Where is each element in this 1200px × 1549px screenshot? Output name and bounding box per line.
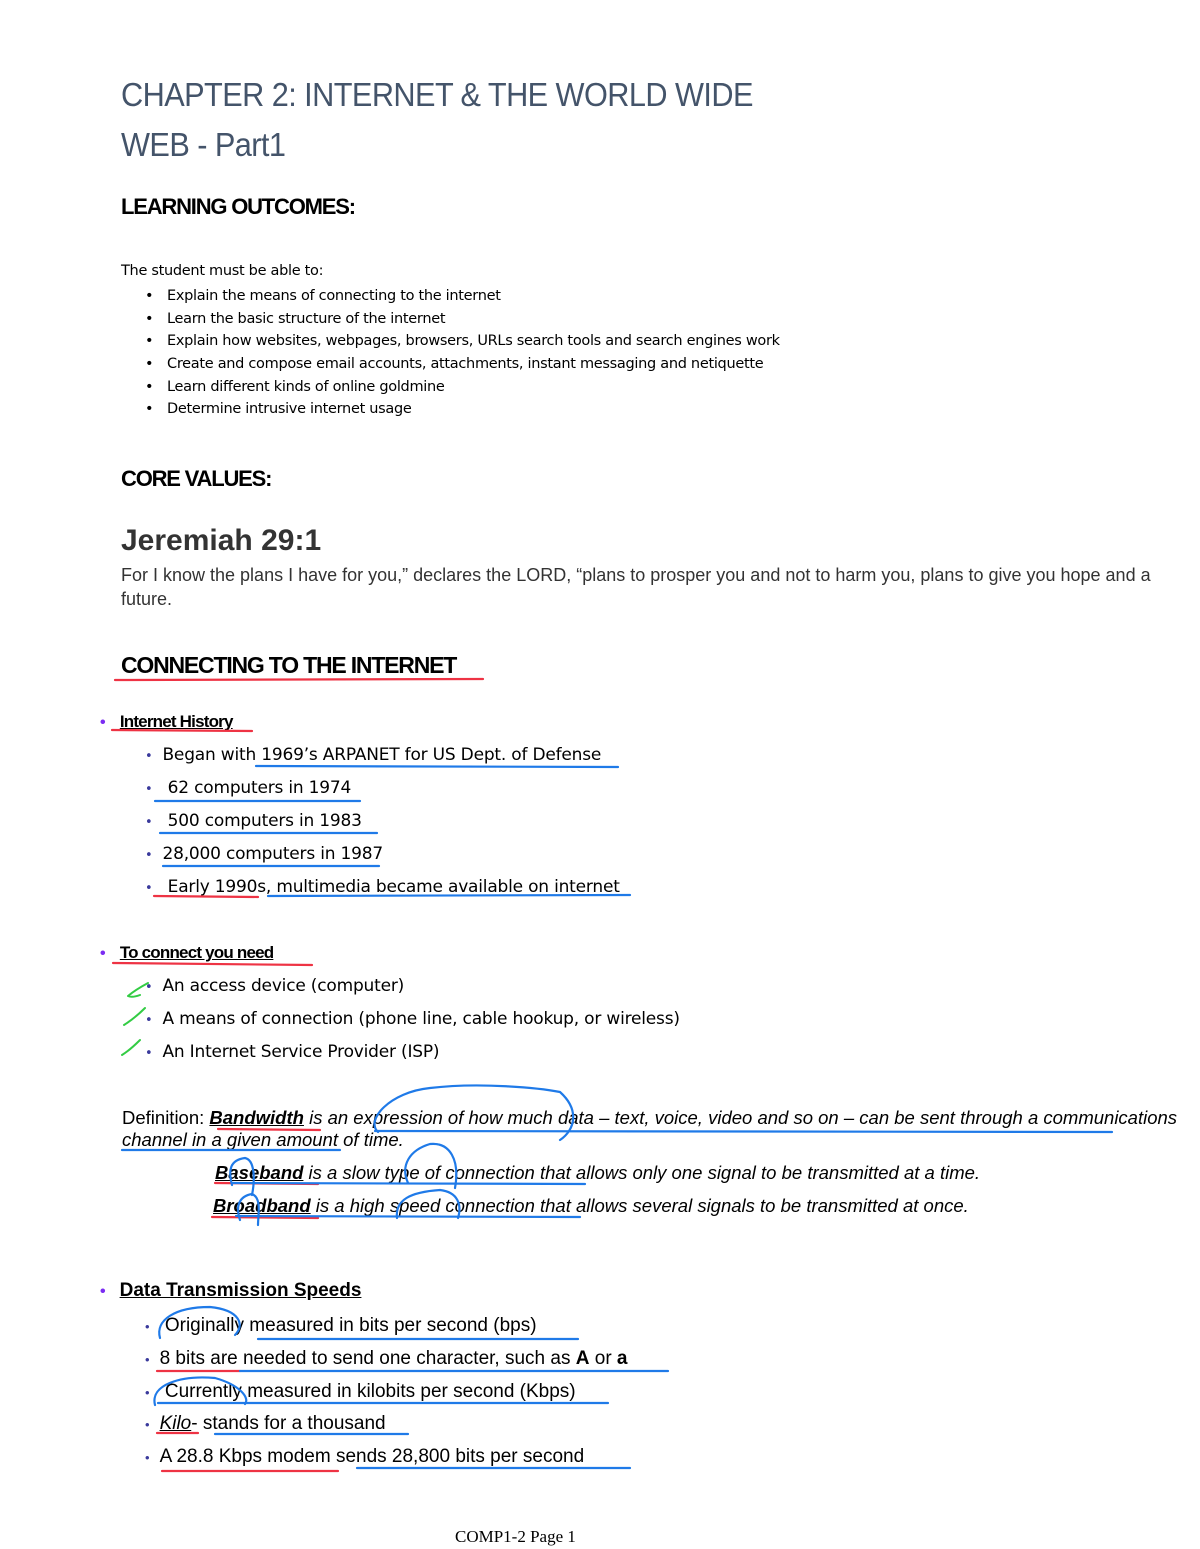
blue-underline — [254, 764, 620, 769]
list-item: • Currently measured in kilobits per sec… — [145, 1381, 576, 1402]
list-item: • Explain how websites, webpages, browser… — [143, 330, 780, 353]
data-transmission-heading: • Data Transmission Speeds — [100, 1280, 362, 1301]
list-item: • Learn the basic structure of the intern… — [143, 308, 780, 331]
bullet-icon: • — [100, 945, 106, 962]
list-item: • Kilo- stands for a thousand — [145, 1413, 386, 1434]
bullet-icon: • — [145, 749, 153, 764]
bullet-icon: • — [145, 1013, 153, 1028]
verse-text: For I know the plans I have for you,” de… — [121, 565, 1151, 609]
internet-history-heading: • Internet History — [100, 712, 233, 731]
list-item: • An Internet Service Provider (ISP) — [145, 1042, 440, 1062]
bullet-icon: • — [145, 378, 154, 395]
checkmark-icon — [121, 1039, 141, 1056]
bullet-icon: • — [145, 848, 153, 863]
document-page: CHAPTER 2: INTERNET & THE WORLD WIDE WEB… — [0, 0, 1200, 1549]
list-item: • Create and compose email accounts, atta… — [143, 353, 780, 376]
list-item: • Originally measured in bits per second… — [145, 1315, 537, 1336]
bullet-icon: • — [145, 980, 153, 995]
list-item: • A means of connection (phone line, cabl… — [145, 1009, 680, 1029]
chapter-title-line1: CHAPTER 2: INTERNET & THE WORLD WIDE — [121, 76, 753, 113]
learning-outcomes-heading: LEARNING OUTCOMES: — [121, 194, 356, 219]
bandwidth-definition: Definition: Bandwidth is an expression o… — [122, 1107, 1178, 1150]
bullet-icon: • — [145, 333, 154, 350]
verse-reference: Jeremiah 29:1 — [121, 524, 322, 557]
page-footer: COMP1-2 Page 1 — [455, 1527, 576, 1546]
baseband-definition: Baseband is a slow type of connection th… — [215, 1162, 981, 1183]
list-item: • Learn different kinds of online goldmin… — [143, 376, 780, 399]
bullet-icon: • — [145, 1352, 150, 1367]
bullet-icon: • — [145, 288, 154, 304]
bullet-icon: • — [145, 310, 154, 327]
list-item: • Explain the means of connecting to the … — [143, 285, 780, 308]
bullet-icon: • — [145, 1417, 150, 1432]
list-item: • 28,000 computers in 1987 — [145, 844, 383, 864]
to-connect-heading: • To connect you need — [100, 943, 274, 962]
red-underline — [111, 961, 314, 967]
list-item: • Began with 1969’s ARPANET for US Dept. … — [145, 745, 602, 765]
list-item: • An access device (computer) — [145, 976, 405, 996]
bullet-icon: • — [145, 1046, 153, 1061]
bullet-icon: • — [100, 1283, 106, 1300]
bullet-icon: • — [145, 1319, 150, 1334]
bullet-icon: • — [145, 815, 153, 830]
broadband-definition: Broadband is a high speed connection tha… — [213, 1195, 969, 1216]
list-item: • Determine intrusive internet usage — [143, 398, 780, 421]
bullet-icon: • — [145, 881, 153, 896]
bullet-icon: • — [100, 714, 106, 731]
term-bandwidth: Bandwidth — [209, 1107, 304, 1128]
term-baseband: Baseband — [215, 1162, 304, 1183]
list-item: • 8 bits are needed to send one character… — [145, 1348, 628, 1369]
bullet-icon: • — [145, 1385, 150, 1400]
chapter-title-line2: WEB - Part1 — [121, 126, 286, 163]
red-underline — [210, 1215, 320, 1220]
core-values-heading: CORE VALUES: — [121, 466, 272, 491]
bullet-icon: • — [145, 782, 153, 797]
term-broadband: Broadband — [213, 1195, 311, 1216]
list-item: • Early 1990s, multimedia became availab… — [145, 877, 620, 897]
bullet-icon: • — [145, 401, 154, 418]
bullet-icon: • — [145, 356, 154, 373]
learning-outcomes-intro: The student must be able to: — [121, 263, 324, 279]
bullet-icon: • — [145, 1450, 150, 1465]
list-item: • 62 computers in 1974 — [145, 778, 352, 798]
red-underline — [113, 677, 485, 682]
connecting-heading: CONNECTING TO THE INTERNET — [121, 652, 457, 678]
list-item: • A 28.8 Kbps modem sends 28,800 bits per… — [145, 1446, 585, 1467]
checkmark-icon — [123, 1007, 146, 1026]
learning-outcomes-list: • Explain the means of connecting to the … — [143, 285, 780, 421]
list-item: • 500 computers in 1983 — [145, 811, 362, 831]
